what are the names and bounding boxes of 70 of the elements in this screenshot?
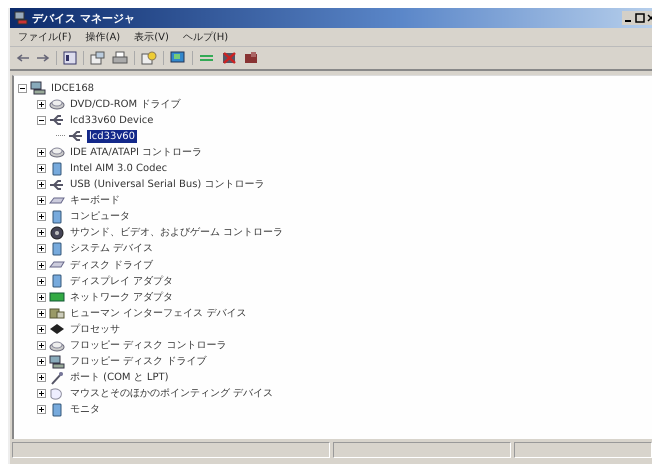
close-button[interactable] [647,12,652,24]
expand-toggle[interactable] [37,405,46,414]
usb-icon [49,178,65,192]
expand-toggle[interactable] [37,196,46,206]
expand-toggle[interactable] [37,148,46,157]
expand-toggle[interactable] [37,164,46,174]
drive-icon [49,145,65,160]
cpu-icon [49,322,65,336]
usb-icon [68,129,84,144]
tree-item[interactable]: USB (Universal Serial Bus) コントローラ [68,178,266,192]
computer-icon [49,354,65,369]
print-icon[interactable] [112,51,128,65]
tree-item[interactable]: サウンド、ビデオ、およびゲーム コントローラ [68,226,286,240]
back-button[interactable] [16,53,30,63]
menu-item[interactable]: ヘルプ(H) [182,30,228,44]
window-title: デバイス マネージャ [32,10,135,26]
hid-icon [49,306,65,320]
tree-item[interactable]: lcd33v60 [87,130,137,143]
remove-icon[interactable] [221,51,237,65]
tree-item[interactable]: ディスプレイ アダプタ [68,274,176,288]
expand-toggle[interactable] [18,84,27,93]
drive-icon [49,338,65,353]
expand-toggle[interactable] [37,292,46,302]
tree-item[interactable]: DVD/CD-ROM ドライブ [68,98,182,111]
expand-toggle[interactable] [37,324,46,334]
expand-toggle[interactable] [37,308,46,318]
tree-item[interactable]: コンピュータ [68,210,132,224]
expand-toggle[interactable] [37,357,46,366]
expand-toggle[interactable] [37,341,46,350]
expand-toggle[interactable] [37,116,46,125]
usb-icon [49,113,65,128]
tree-item[interactable]: キーボード [68,194,122,208]
help-icon[interactable] [141,51,157,65]
tree-item[interactable]: ヒューマン インターフェイス デバイス [68,306,248,320]
tree-item[interactable]: システム デバイス [68,242,156,256]
tree-item[interactable]: lcd33v60 Device [68,114,156,127]
tree-item[interactable]: Intel AIM 3.0 Codec [68,162,170,176]
menu-item[interactable]: 操作(A) [86,30,120,44]
tree-item[interactable]: ネットワーク アダプタ [68,290,176,304]
drive-icon [49,97,65,112]
expand-toggle[interactable] [37,389,46,398]
expand-toggle[interactable] [37,212,46,222]
tree-item[interactable]: IDCE168 [49,82,96,95]
expand-toggle[interactable] [37,100,46,109]
menu-item[interactable]: ファイル(F) [18,30,72,44]
expand-toggle[interactable] [37,260,46,270]
tree-item[interactable]: プロセッサ [68,322,122,336]
tree-item[interactable]: フロッピー ディスク ドライブ [68,355,208,368]
monitor-icon[interactable] [170,51,186,65]
tree-item[interactable]: IDE ATA/ATAPI コントローラ [68,146,204,159]
expand-toggle[interactable] [37,276,46,286]
properties-icon[interactable] [90,51,106,65]
panel-icon[interactable] [63,51,77,65]
tree-item[interactable]: モニタ [68,403,102,416]
computer-icon [14,11,28,25]
maximize-button[interactable] [635,12,645,24]
computer-icon [30,81,46,96]
tree-item[interactable]: ディスク ドライブ [68,258,156,272]
tree-item[interactable]: ポート (COM と LPT) [68,371,171,384]
tree-item[interactable]: フロッピー ディスク コントローラ [68,339,228,352]
mouse-icon [49,386,65,401]
tree-item[interactable]: マウスとそのほかのポインティング デバイス [68,387,276,400]
expand-toggle[interactable] [37,180,46,190]
forward-button[interactable] [36,53,50,63]
expand-toggle[interactable] [37,244,46,254]
menu-item[interactable]: 表示(V) [134,30,169,44]
expand-toggle[interactable] [37,373,46,382]
network-icon [49,290,65,304]
expand-toggle[interactable] [37,228,46,238]
sound-icon [49,226,65,240]
